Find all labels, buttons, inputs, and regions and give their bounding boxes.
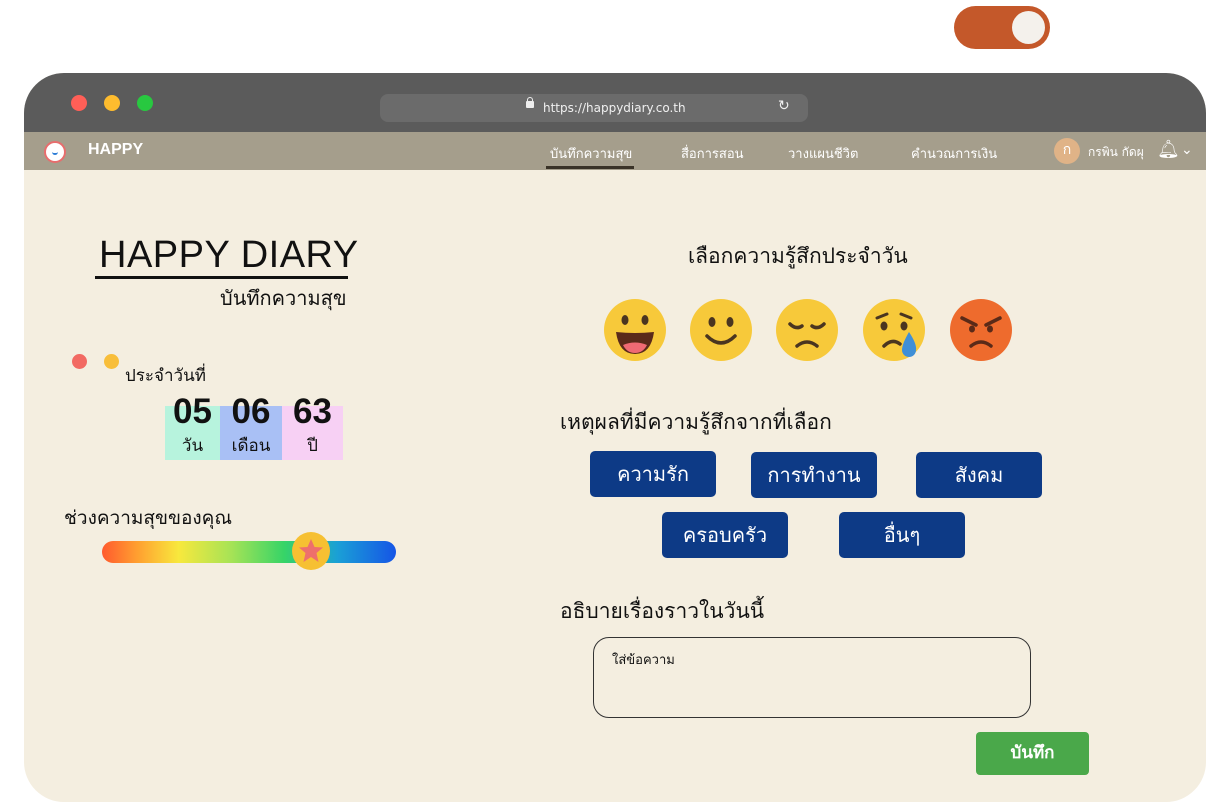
address-bar[interactable]: https://happydiary.co.th ↻	[380, 94, 808, 122]
reason-title: เหตุผลที่มีความรู้สึกจากที่เลือก	[560, 410, 832, 434]
date-day-value: 05	[173, 392, 212, 431]
reason-love-button[interactable]: ความรัก	[590, 451, 716, 497]
date-month-unit: เดือน	[231, 436, 271, 456]
date-year-value: 63	[293, 392, 332, 431]
date-label: ประจำวันที่	[125, 366, 206, 386]
active-nav-indicator	[546, 166, 634, 169]
reason-work-button[interactable]: การทำงาน	[751, 452, 877, 498]
close-window-button[interactable]	[71, 95, 87, 111]
decorative-yellow-dot	[104, 354, 119, 369]
brand-name[interactable]: HAPPY	[88, 141, 143, 159]
date-month: 06 เดือน	[220, 394, 282, 460]
angry-face-icon[interactable]	[949, 298, 1013, 362]
bell-icon[interactable]: 🔔︎	[1157, 139, 1180, 160]
nav-link-teaching-media[interactable]: สื่อการสอน	[681, 143, 744, 164]
minimize-window-button[interactable]	[104, 95, 120, 111]
reload-icon[interactable]: ↻	[778, 98, 790, 114]
star-icon	[298, 539, 323, 562]
browser-window: https://happydiary.co.th ↻ HAPPY บันทึกค…	[24, 73, 1206, 802]
date-day: 05 วัน	[165, 394, 220, 460]
save-button[interactable]: บันทึก	[976, 732, 1089, 775]
title-underline	[95, 276, 348, 279]
happiness-slider-handle[interactable]	[291, 532, 330, 570]
date-day-unit: วัน	[181, 436, 204, 456]
happy-logo-icon[interactable]	[44, 141, 66, 163]
reason-society-button[interactable]: สังคม	[916, 452, 1042, 498]
happiness-label: ช่วงความสุขของคุณ	[64, 507, 233, 529]
reason-other-button[interactable]: อื่นๆ	[839, 512, 965, 558]
crying-face-icon[interactable]	[862, 298, 926, 362]
emotion-title: เลือกความรู้สึกประจำวัน	[688, 244, 908, 268]
nav-link-diary[interactable]: บันทึกความสุข	[550, 143, 632, 164]
avatar[interactable]: ก	[1054, 138, 1080, 164]
description-title: อธิบายเรื่องราวในวันนี้	[560, 599, 765, 623]
reason-family-button[interactable]: ครอบครัว	[662, 512, 788, 558]
chevron-down-icon[interactable]: ⌄	[1181, 142, 1193, 158]
browser-titlebar: https://happydiary.co.th ↻	[24, 73, 1206, 132]
page-title: HAPPY DIARY	[99, 234, 359, 276]
date-year: 63 ปี	[282, 394, 343, 460]
decorative-red-dot	[72, 354, 87, 369]
page-subtitle: บันทึกความสุข	[220, 286, 347, 310]
url-text: https://happydiary.co.th	[543, 101, 686, 115]
laughing-face-icon[interactable]	[603, 298, 667, 362]
sad-face-icon[interactable]	[775, 298, 839, 362]
maximize-window-button[interactable]	[137, 95, 153, 111]
date-year-unit: ปี	[307, 436, 318, 456]
description-input[interactable]: ใส่ข้อความ	[593, 637, 1031, 718]
happiness-slider[interactable]	[102, 541, 396, 563]
diary-page: HAPPY DIARY บันทึกความสุข ประจำวันที่ 05…	[24, 170, 1206, 802]
smiling-face-icon[interactable]	[689, 298, 753, 362]
date-month-value: 06	[231, 392, 271, 431]
description-placeholder: ใส่ข้อความ	[612, 653, 675, 668]
lock-icon	[526, 97, 534, 108]
nav-link-life-planning[interactable]: วางแผนชีวิต	[788, 143, 858, 164]
theme-toggle[interactable]	[954, 6, 1050, 49]
nav-link-finance-calculator[interactable]: คำนวณการเงิน	[911, 143, 997, 164]
top-navbar: HAPPY บันทึกความสุข สื่อการสอน วางแผนชีว…	[24, 132, 1206, 170]
user-name[interactable]: กรพิน กัดผุ	[1088, 143, 1144, 162]
toggle-knob	[1012, 11, 1045, 44]
